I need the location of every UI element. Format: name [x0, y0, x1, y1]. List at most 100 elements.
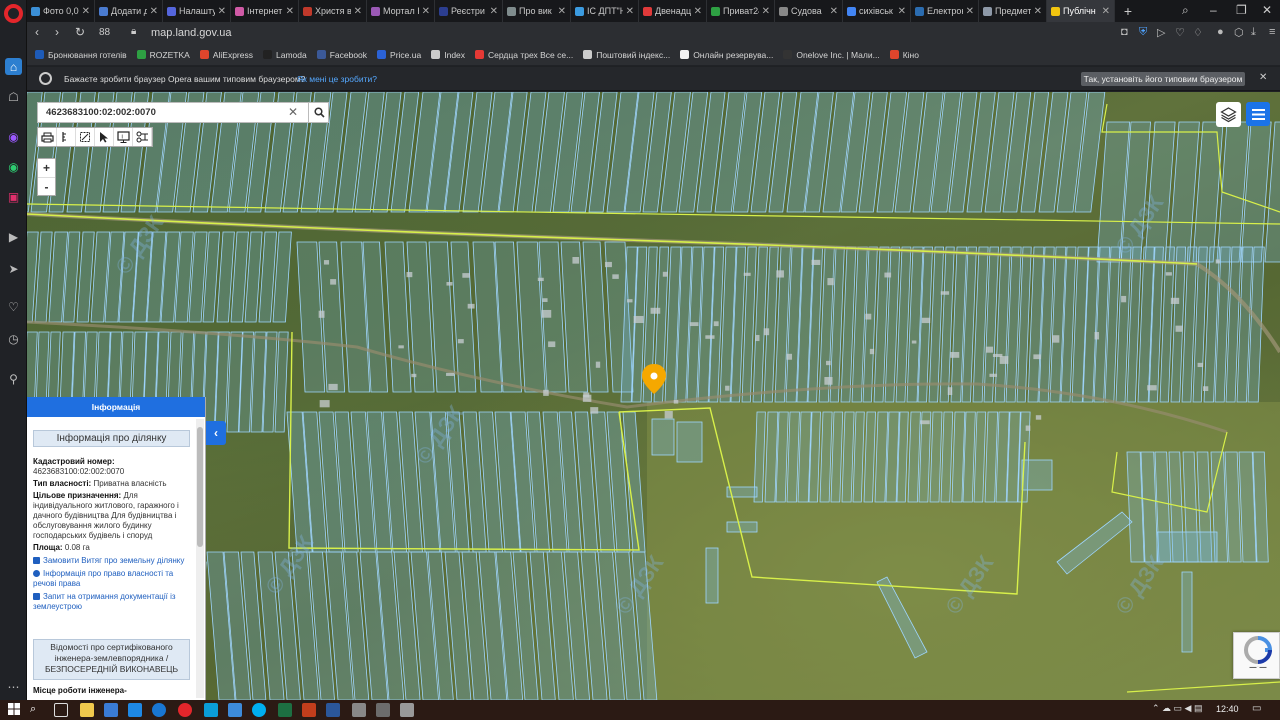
task-view-icon[interactable]	[54, 703, 68, 717]
skype-icon[interactable]	[252, 703, 266, 717]
opera-logo[interactable]	[4, 4, 23, 23]
close-tab-icon[interactable]: ✕	[558, 6, 566, 17]
close-tab-icon[interactable]: ✕	[966, 6, 974, 17]
close-tab-icon[interactable]: ✕	[150, 6, 158, 17]
url-field[interactable]: map.land.gov.ua	[151, 27, 232, 39]
instagram-icon[interactable]: ▣	[5, 188, 22, 205]
close-tab-icon[interactable]: ✕	[490, 6, 498, 17]
parcel[interactable]	[651, 418, 675, 456]
back-icon[interactable]: ‹	[35, 25, 39, 39]
layers-button[interactable]	[1216, 102, 1241, 127]
zoom-out-button[interactable]: -	[38, 177, 55, 195]
close-bar-icon[interactable]: ✕	[1259, 72, 1267, 83]
tab[interactable]: Судова ✕	[775, 0, 843, 22]
tab[interactable]: ІС ДПТ"НА✕	[571, 0, 639, 22]
tab[interactable]: Публічн ✕	[1047, 0, 1115, 22]
parcel[interactable]	[1181, 571, 1193, 653]
close-tab-icon[interactable]: ✕	[762, 6, 770, 17]
powerpoint-icon[interactable]	[302, 703, 316, 717]
tab-count[interactable]: 88	[99, 27, 110, 38]
tab[interactable]: Двенадц ✕	[639, 0, 707, 22]
reload-icon[interactable]: ↻	[75, 25, 85, 39]
messenger-icon[interactable]: ◉	[5, 128, 22, 145]
parcel[interactable]	[1021, 459, 1053, 491]
new-tab-button[interactable]: +	[1115, 0, 1141, 22]
close-tab-icon[interactable]: ✕	[1034, 6, 1042, 17]
shield-icon[interactable]: ⛨	[1139, 26, 1147, 39]
notifications-icon[interactable]: ▭	[1252, 703, 1261, 714]
measure-length-icon[interactable]	[57, 128, 76, 146]
bookmark-item[interactable]: Price.ua	[377, 50, 421, 60]
whatsapp-icon[interactable]: ◉	[5, 158, 22, 175]
close-tab-icon[interactable]: ✕	[626, 6, 634, 17]
close-tab-icon[interactable]: ✕	[694, 6, 702, 17]
parcel[interactable]	[726, 521, 758, 533]
bookmark-item[interactable]: Кіно	[889, 50, 919, 60]
minimize-icon[interactable]: –	[1210, 3, 1217, 17]
bookmark-item[interactable]: Онлайн резервува...	[680, 50, 773, 60]
close-tab-icon[interactable]: ✕	[218, 6, 226, 17]
tab[interactable]: сихівськ ✕	[843, 0, 911, 22]
tray-icons[interactable]: ⌃ ☁ ▭ ◀ ▤	[1152, 703, 1202, 714]
search-button[interactable]	[308, 103, 329, 122]
windows-start-icon[interactable]	[8, 703, 22, 717]
pinboard-icon[interactable]: ☖	[5, 88, 22, 105]
menu-lines-icon[interactable]: ≡	[1269, 26, 1275, 38]
clear-search-icon[interactable]: ✕	[288, 105, 298, 119]
close-window-icon[interactable]: ✕	[1262, 3, 1272, 17]
cadastral-search-input[interactable]	[38, 103, 288, 122]
bookmark-item[interactable]: Lamoda	[262, 50, 307, 60]
bookmark-item[interactable]: Index	[431, 50, 465, 60]
documentation-request-link[interactable]: Запит на отримання документації із земле…	[33, 592, 191, 612]
home-icon[interactable]: ⌂	[5, 58, 22, 75]
measure-area-icon[interactable]	[76, 128, 95, 146]
close-tab-icon[interactable]: ✕	[898, 6, 906, 17]
edge-icon[interactable]	[152, 703, 166, 717]
pin-icon[interactable]: ⚲	[5, 370, 22, 387]
cadastral-map[interactable]: © ДЗК © ДЗК © ДЗК © ДЗК © ДЗК © ДЗК © ДЗ…	[27, 92, 1280, 700]
set-default-button[interactable]: Так, установіть його типовим браузером	[1081, 72, 1245, 86]
bookmark-item[interactable]: Onelove Inc. | Мали...	[783, 50, 880, 60]
store-icon[interactable]	[104, 703, 118, 717]
parcel[interactable]	[705, 547, 719, 604]
app-icon[interactable]	[400, 703, 414, 717]
tab[interactable]: Предмет ✕	[979, 0, 1047, 22]
identify-icon[interactable]: i	[114, 128, 133, 146]
pointer-icon[interactable]	[95, 128, 114, 146]
bookmark-item[interactable]: Сердца трех Все се...	[475, 50, 573, 60]
print-icon[interactable]	[38, 128, 57, 146]
maximize-icon[interactable]: ❐	[1236, 3, 1247, 17]
clock[interactable]: 12:40	[1216, 704, 1239, 714]
layers-compare-icon[interactable]	[133, 128, 152, 146]
zoom-in-button[interactable]: +	[38, 159, 55, 177]
close-tab-icon[interactable]: ✕	[1102, 6, 1110, 17]
tab[interactable]: Налашту ✕	[163, 0, 231, 22]
download-icon[interactable]: ⤓	[1251, 26, 1256, 39]
tab[interactable]: Христя в ✕	[299, 0, 367, 22]
app-icon[interactable]	[228, 703, 242, 717]
close-tab-icon[interactable]: ✕	[354, 6, 362, 17]
bookmark-item[interactable]: ROZETKA	[136, 50, 190, 60]
bookmark-item[interactable]: Поштовий індекс...	[583, 50, 670, 60]
tab[interactable]: Мортал К ✕	[367, 0, 435, 22]
parcel-layer[interactable]	[27, 92, 1280, 700]
tab[interactable]: Приват24✕	[707, 0, 775, 22]
more-icon[interactable]: ⋯	[5, 678, 22, 695]
parcel[interactable]	[676, 421, 703, 463]
word-icon[interactable]	[326, 703, 340, 717]
ownership-rights-link[interactable]: Інформація про право власності та речові…	[33, 569, 191, 589]
excel-icon[interactable]	[278, 703, 292, 717]
forward-icon[interactable]: ›	[55, 25, 59, 39]
search-tabs-icon[interactable]: ⌕	[1182, 3, 1189, 18]
how-to-link[interactable]: Як мені це зробити?	[297, 74, 377, 84]
close-tab-icon[interactable]: ✕	[82, 6, 90, 17]
search-icon[interactable]: ⌕	[30, 703, 44, 717]
favorite-icon[interactable]: ♡	[1175, 26, 1185, 39]
bookmark-item[interactable]: Facebook	[316, 50, 367, 60]
bookmark-item[interactable]: Бронювання готелів	[35, 50, 127, 60]
tab[interactable]: Додати д ✕	[95, 0, 163, 22]
tab[interactable]: Інтернет ✕	[231, 0, 299, 22]
order-extract-link[interactable]: Замовити Витяг про земельну ділянку	[33, 556, 191, 566]
tab[interactable]: Електрон ✕	[911, 0, 979, 22]
close-tab-icon[interactable]: ✕	[286, 6, 294, 17]
